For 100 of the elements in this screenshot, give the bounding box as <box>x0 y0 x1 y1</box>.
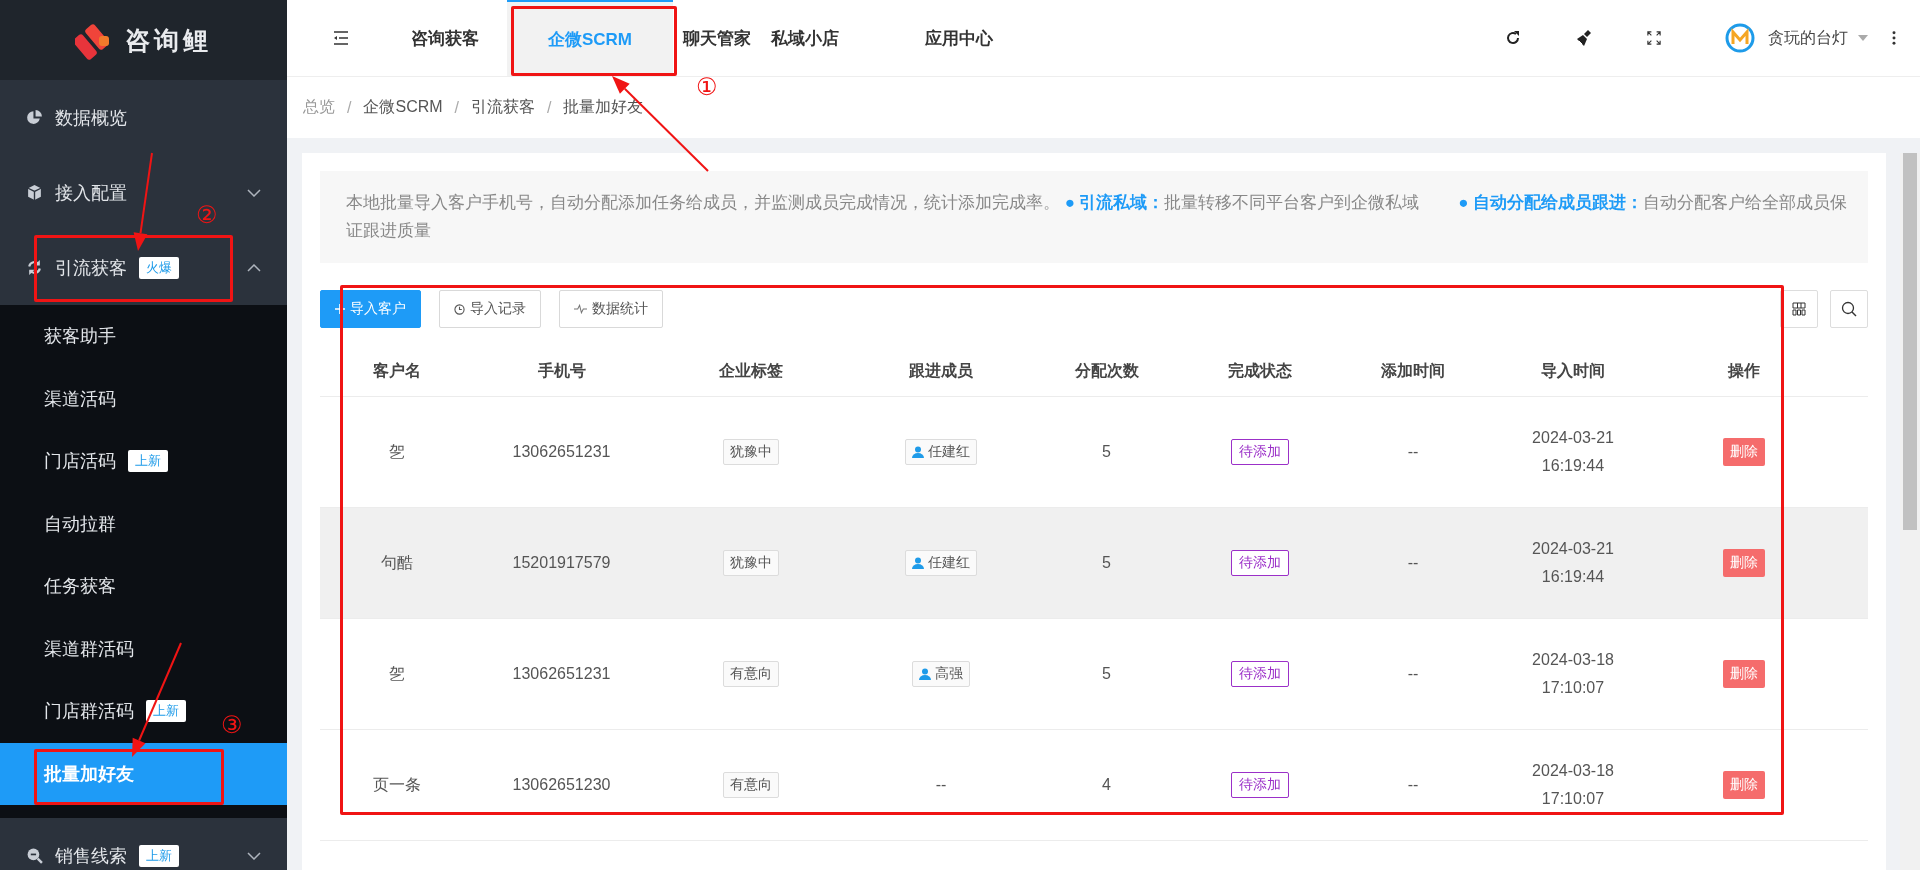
table-cell-text: 页一条 <box>372 774 421 795</box>
breadcrumb-separator: / <box>454 98 459 117</box>
status-tag: 待添加 <box>1230 439 1289 465</box>
table-row[interactable]: 乫 13062651231 有意向 高强 5 待添加 -- 2024-03-18 17:10:07 删除 <box>320 619 1868 730</box>
submenu-label: 门店群活码 <box>44 700 134 724</box>
member-tag: 任建红 <box>905 439 977 465</box>
breadcrumb-item[interactable]: 企微SCRM <box>363 97 443 118</box>
submenu-label: 任务获客 <box>44 575 116 599</box>
submenu-item[interactable]: 门店活码 上新 <box>0 430 176 493</box>
sidebar-menu-item[interactable]: 引流获客 火爆 <box>0 230 187 305</box>
table-cell: -- <box>1407 554 1419 572</box>
plus-icon <box>335 304 345 314</box>
table-cell-text: 乫 <box>388 441 405 462</box>
nav-tab[interactable]: 应用中心 <box>915 0 1003 76</box>
member-tag: 任建红 <box>905 550 977 576</box>
submenu-label: 渠道群活码 <box>44 637 134 661</box>
table-cell: 2024-03-18 <box>1532 762 1614 780</box>
table-cell: 5 <box>1102 554 1111 572</box>
table-cell: 13062651230 <box>512 776 611 794</box>
person-icon <box>919 668 931 680</box>
table-cell: 2024-03-18 <box>1532 651 1614 669</box>
broom-icon[interactable] <box>1575 29 1593 47</box>
clock-icon <box>454 303 465 315</box>
submenu-item[interactable]: 自动拉群 <box>0 492 124 555</box>
table-row[interactable]: 页一条 13062651230 有意向 -- 4 待添加 -- 2024-03-18 17:10:07 删除 <box>320 730 1868 841</box>
table-cell: 16:19:44 <box>1541 457 1605 475</box>
submenu-label: 批量加好友 <box>44 762 134 786</box>
scrollbar-thumb[interactable] <box>1903 153 1917 530</box>
customer-tag: 有意向 <box>723 661 779 687</box>
menu-label: 引流获客 <box>55 256 127 280</box>
refresh-icon[interactable] <box>1505 30 1521 46</box>
scrollbar[interactable] <box>1900 153 1920 870</box>
avatar-logo-icon[interactable] <box>1724 22 1756 54</box>
user-name[interactable]: 贪玩的台灯 <box>1768 27 1848 49</box>
table-cell: 2024-03-21 <box>1532 429 1614 447</box>
table-cell: 16:19:44 <box>1541 568 1605 586</box>
submenu-label: 自动拉群 <box>44 512 116 536</box>
nav-tab[interactable]: 私域小店 <box>761 0 849 76</box>
description-text: 本地批量导入客户手机号，自动分配添加任务给成员，并监测成员完成情况，统计添加完成率。 ● 引流私域：批量转移不同平台客户到企微私域 ● 自动分配给成员跟进：自动分配客户给全部成员保证跟进质量 <box>320 171 1868 263</box>
menu-badge: 上新 <box>128 450 168 473</box>
breadcrumb-item[interactable]: 批量加好友 <box>563 97 644 118</box>
table-cell: 17:10:07 <box>1541 679 1605 697</box>
person-icon <box>912 446 924 458</box>
more-dots-icon[interactable] <box>1892 31 1896 45</box>
status-tag: 待添加 <box>1230 550 1289 576</box>
chevron-up-icon[interactable] <box>247 263 261 272</box>
column-header: 企业标签 <box>718 361 784 381</box>
search-minus-icon <box>26 847 43 864</box>
submenu-label: 获客助手 <box>44 325 116 349</box>
toolbar-button[interactable]: 数据统计 <box>559 290 663 328</box>
chevron-down-icon[interactable] <box>247 851 261 860</box>
table-cell: -- <box>935 776 947 794</box>
table-cell: -- <box>1407 665 1419 683</box>
submenu-item[interactable]: 任务获客 <box>0 555 124 618</box>
annotation-number: ② <box>196 200 218 230</box>
customer-tag: 犹豫中 <box>723 550 779 576</box>
toolbar-button[interactable]: 导入记录 <box>439 290 541 328</box>
column-header: 客户名 <box>371 361 422 381</box>
fullscreen-icon[interactable] <box>1647 31 1661 45</box>
column-header: 完成状态 <box>1226 361 1293 381</box>
sidebar-menu-item[interactable]: 数据概览 <box>0 80 135 155</box>
column-header: 跟进成员 <box>908 361 974 381</box>
breadcrumb-item[interactable]: 引流获客 <box>471 97 535 118</box>
logo-text: 咨询鲤 <box>125 24 212 56</box>
menu-label: 数据概览 <box>55 106 127 130</box>
table-cell: 2024-03-21 <box>1532 540 1614 558</box>
column-settings-button[interactable] <box>1780 290 1818 328</box>
pulse-icon <box>574 304 587 314</box>
menu-badge: 上新 <box>139 844 179 867</box>
customer-tag: 有意向 <box>723 772 779 798</box>
submenu-item[interactable]: 渠道群活码 <box>0 617 142 680</box>
submenu-item[interactable]: 渠道活码 <box>0 367 124 430</box>
sidebar-menu-item[interactable]: 销售线索 上新 <box>0 818 187 870</box>
refresh-arrows-icon <box>26 259 43 276</box>
column-header: 分配次数 <box>1073 361 1140 381</box>
status-tag: 待添加 <box>1230 772 1289 798</box>
table-cell: 4 <box>1102 776 1111 794</box>
menu-fold-icon[interactable] <box>333 31 349 45</box>
search-icon <box>1841 301 1857 317</box>
pie-chart-icon <box>26 109 43 126</box>
table-cell-text: 句酷 <box>380 552 413 573</box>
search-button[interactable] <box>1830 290 1868 328</box>
member-tag: 高强 <box>912 661 970 687</box>
customer-tag: 犹豫中 <box>723 439 779 465</box>
sidebar-menu-item[interactable]: 接入配置 <box>0 155 135 230</box>
chevron-down-icon[interactable] <box>247 188 261 197</box>
menu-badge: 上新 <box>146 700 186 723</box>
submenu-item[interactable]: 获客助手 <box>0 305 124 368</box>
table-cell: 13062651231 <box>512 665 611 683</box>
grid-icon <box>1792 302 1806 316</box>
status-tag: 待添加 <box>1230 661 1289 687</box>
table-cell-text: 乫 <box>388 663 405 684</box>
table-row[interactable]: 句酷 15201917579 犹豫中 任建红 5 待添加 -- 2024-03-21 16:19:44 删除 <box>320 508 1868 619</box>
table-cell: 15201917579 <box>512 554 611 572</box>
cube-icon <box>26 184 43 201</box>
nav-tab[interactable]: 咨询获客 <box>401 0 489 76</box>
submenu-item[interactable]: 门店群活码 上新 <box>0 680 194 743</box>
breadcrumb-separator: / <box>547 98 552 117</box>
submenu-label: 渠道活码 <box>44 387 116 411</box>
table-cell: -- <box>1407 776 1419 794</box>
